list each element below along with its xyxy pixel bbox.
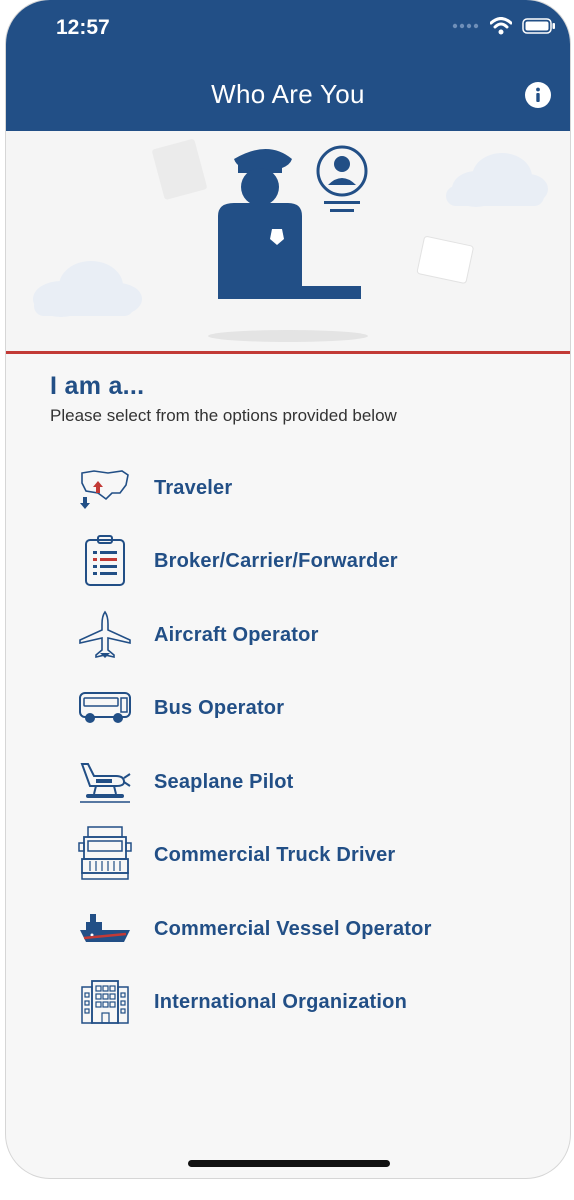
home-indicator[interactable] [188, 1160, 390, 1167]
option-traveler[interactable]: Traveler [78, 458, 518, 518]
option-label: Traveler [154, 476, 233, 499]
ship-icon [80, 914, 130, 942]
option-label: Aircraft Operator [154, 623, 319, 646]
airplane-icon [79, 610, 131, 658]
option-seaplane-pilot[interactable]: Seaplane Pilot [78, 752, 518, 812]
option-broker-carrier-forwarder[interactable]: Broker/Carrier/Forwarder [78, 531, 518, 591]
signal-icon [452, 23, 479, 29]
page-title: Who Are You [211, 79, 365, 109]
option-label: Broker/Carrier/Forwarder [154, 549, 398, 572]
option-label: Commercial Vessel Operator [154, 917, 432, 940]
section-subtitle: Please select from the options provided … [50, 406, 397, 425]
officer-illustration [33, 139, 548, 342]
option-label: Seaplane Pilot [154, 770, 294, 793]
seaplane-icon [80, 763, 131, 803]
bus-icon [79, 692, 131, 723]
option-commercial-truck-driver[interactable]: Commercial Truck Driver [78, 825, 518, 885]
option-aircraft-operator[interactable]: Aircraft Operator [78, 605, 518, 665]
clipboard-icon [85, 535, 125, 586]
option-label: Bus Operator [154, 696, 285, 719]
hero-illustration [6, 131, 570, 351]
usa-map-arrows-icon [80, 470, 129, 509]
nav-header: 12:57 Who Are You [6, 0, 570, 131]
option-international-organization[interactable]: International Organization [78, 972, 518, 1032]
section-heading: I am a... [50, 372, 145, 400]
app-screen: 12:57 Who Are You I am a... Please selec… [6, 0, 570, 1178]
info-icon[interactable] [525, 82, 551, 108]
battery-icon [522, 18, 555, 34]
option-bus-operator[interactable]: Bus Operator [78, 678, 518, 738]
option-commercial-vessel-operator[interactable]: Commercial Vessel Operator [78, 899, 518, 959]
building-icon [81, 980, 129, 1024]
option-label: International Organization [154, 990, 407, 1013]
status-time: 12:57 [56, 16, 110, 39]
option-label: Commercial Truck Driver [154, 843, 396, 866]
status-indicators [452, 17, 556, 35]
truck-icon [78, 826, 132, 880]
hero-divider [6, 351, 570, 354]
wifi-icon [490, 17, 512, 35]
